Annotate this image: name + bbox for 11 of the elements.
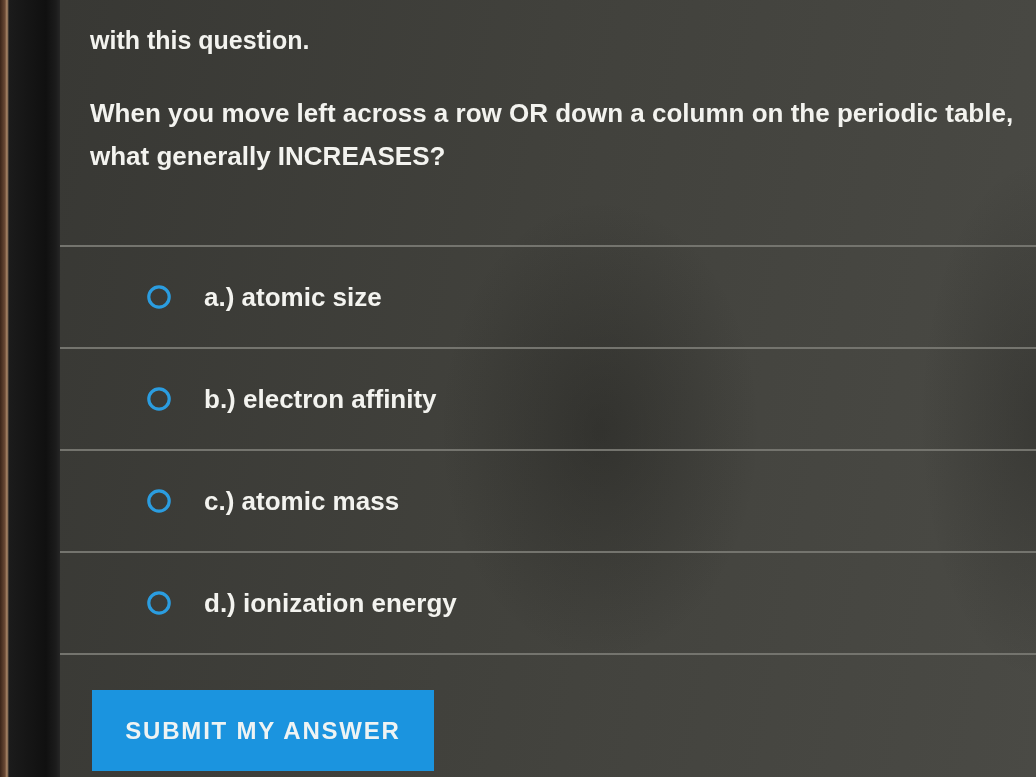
question-text: When you move left across a row OR down a column on the periodic table, what generally INCREASES? bbox=[90, 97, 1015, 173]
option-label: c.) atomic mass bbox=[204, 485, 400, 517]
option-label: b.) electron affinity bbox=[204, 383, 437, 415]
radio-button[interactable] bbox=[147, 489, 171, 513]
submit-button[interactable]: SUBMIT MY ANSWER bbox=[92, 690, 434, 771]
radio-button[interactable] bbox=[147, 285, 171, 309]
radio-button[interactable] bbox=[147, 591, 171, 615]
option-label: a.) atomic size bbox=[204, 281, 382, 313]
instruction-text: with this question. bbox=[90, 25, 311, 56]
radio-button[interactable] bbox=[147, 387, 171, 411]
option-label: d.) ionization energy bbox=[204, 587, 457, 619]
